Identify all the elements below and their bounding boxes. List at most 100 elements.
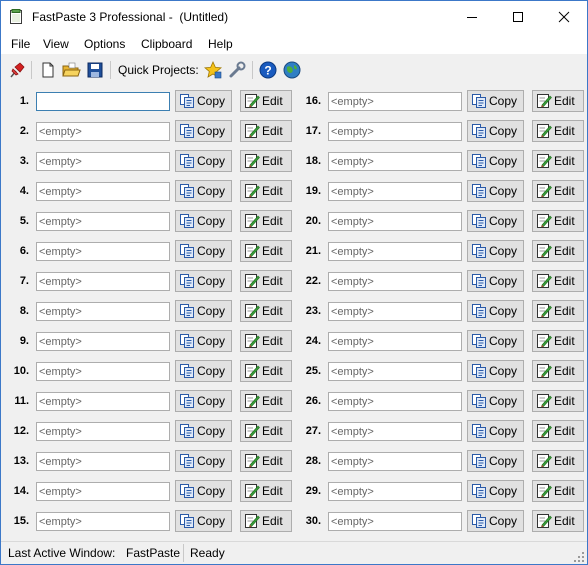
copy-button[interactable]: Copy [175,240,232,262]
copy-button[interactable]: Copy [175,210,232,232]
slot-input[interactable] [328,392,462,411]
edit-button[interactable]: Edit [240,240,292,262]
slot-input[interactable] [328,512,462,531]
slot-input[interactable] [328,152,462,171]
edit-button[interactable]: Edit [240,210,292,232]
edit-button[interactable]: Edit [532,120,584,142]
slot-input[interactable] [36,122,170,141]
help-icon[interactable]: ? [258,60,278,80]
resize-grip-icon[interactable] [573,551,585,563]
copy-button[interactable]: Copy [175,150,232,172]
edit-button[interactable]: Edit [532,330,584,352]
edit-button[interactable]: Edit [240,510,292,532]
slot-input[interactable] [328,482,462,501]
slot-input[interactable] [36,422,170,441]
menu-clipboard[interactable]: Clipboard [141,37,192,51]
pin-icon[interactable] [7,60,27,80]
edit-button[interactable]: Edit [532,150,584,172]
menu-view[interactable]: View [43,37,69,51]
slot-input[interactable] [36,302,170,321]
copy-button[interactable]: Copy [175,450,232,472]
edit-button[interactable]: Edit [532,450,584,472]
edit-button[interactable]: Edit [240,90,292,112]
slot-input[interactable] [36,482,170,501]
wrench-icon[interactable] [227,60,247,80]
slot-input[interactable] [36,152,170,171]
title-bar[interactable]: FastPaste 3 Professional - (Untitled) [1,1,587,33]
slot-input[interactable] [328,332,462,351]
slot-input[interactable] [328,272,462,291]
copy-button[interactable]: Copy [467,450,524,472]
menu-help[interactable]: Help [208,37,233,51]
copy-button[interactable]: Copy [467,420,524,442]
edit-button[interactable]: Edit [240,270,292,292]
edit-button[interactable]: Edit [240,360,292,382]
edit-button[interactable]: Edit [240,330,292,352]
slot-input[interactable] [328,92,462,111]
copy-button[interactable]: Copy [175,510,232,532]
copy-button[interactable]: Copy [467,390,524,412]
save-icon[interactable] [85,60,105,80]
menu-file[interactable]: File [11,37,30,51]
copy-button[interactable]: Copy [175,180,232,202]
edit-button[interactable]: Edit [240,450,292,472]
copy-button[interactable]: Copy [175,270,232,292]
copy-button[interactable]: Copy [467,240,524,262]
edit-button[interactable]: Edit [240,480,292,502]
edit-button[interactable]: Edit [532,210,584,232]
copy-button[interactable]: Copy [175,480,232,502]
edit-button[interactable]: Edit [240,180,292,202]
slot-input[interactable] [328,302,462,321]
edit-button[interactable]: Edit [240,120,292,142]
slot-input[interactable] [328,452,462,471]
copy-button[interactable]: Copy [467,270,524,292]
minimize-button[interactable] [449,1,495,33]
slot-input[interactable] [36,242,170,261]
copy-button[interactable]: Copy [467,510,524,532]
copy-button[interactable]: Copy [467,90,524,112]
slot-input[interactable] [36,272,170,291]
slot-input[interactable] [36,212,170,231]
copy-button[interactable]: Copy [467,180,524,202]
copy-button[interactable]: Copy [175,390,232,412]
slot-input[interactable] [36,392,170,411]
copy-button[interactable]: Copy [467,150,524,172]
slot-input[interactable] [328,242,462,261]
copy-button[interactable]: Copy [175,420,232,442]
copy-button[interactable]: Copy [175,90,232,112]
edit-button[interactable]: Edit [532,420,584,442]
copy-button[interactable]: Copy [467,480,524,502]
edit-button[interactable]: Edit [532,240,584,262]
edit-button[interactable]: Edit [240,390,292,412]
edit-button[interactable]: Edit [240,150,292,172]
slot-input[interactable] [36,182,170,201]
open-folder-icon[interactable] [61,60,81,80]
globe-icon[interactable] [282,60,302,80]
menu-options[interactable]: Options [84,37,125,51]
copy-button[interactable]: Copy [467,210,524,232]
slot-input[interactable] [328,182,462,201]
slot-input[interactable] [36,452,170,471]
copy-button[interactable]: Copy [175,300,232,322]
edit-button[interactable]: Edit [532,510,584,532]
slot-input[interactable] [36,332,170,351]
edit-button[interactable]: Edit [532,90,584,112]
copy-button[interactable]: Copy [467,330,524,352]
copy-button[interactable]: Copy [467,300,524,322]
slot-input[interactable] [328,422,462,441]
slot-input[interactable] [328,362,462,381]
edit-button[interactable]: Edit [532,300,584,322]
maximize-button[interactable] [495,1,541,33]
slot-input[interactable] [36,512,170,531]
close-button[interactable] [541,1,587,33]
edit-button[interactable]: Edit [532,480,584,502]
edit-button[interactable]: Edit [240,420,292,442]
copy-button[interactable]: Copy [467,120,524,142]
new-document-icon[interactable] [38,60,58,80]
slot-input[interactable] [328,212,462,231]
edit-button[interactable]: Edit [240,300,292,322]
copy-button[interactable]: Copy [175,330,232,352]
copy-button[interactable]: Copy [175,120,232,142]
slot-input[interactable] [36,362,170,381]
slot-input[interactable] [328,122,462,141]
